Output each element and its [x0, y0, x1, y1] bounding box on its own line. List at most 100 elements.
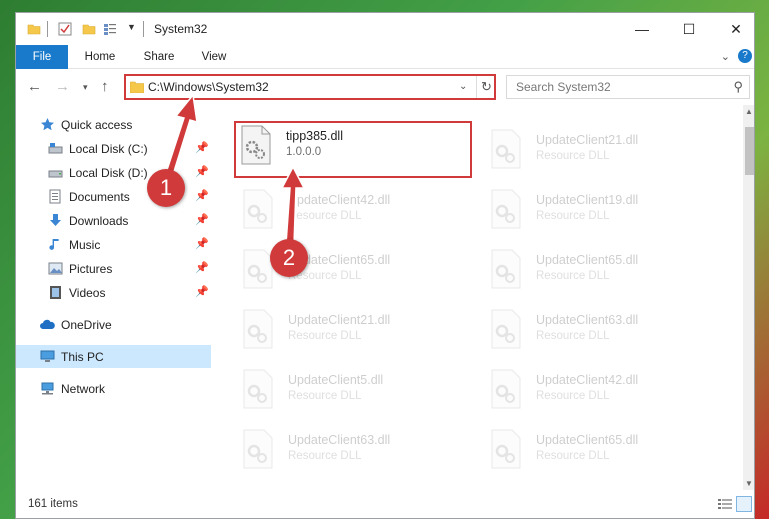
file-tile[interactable]: UpdateClient63.dll Resource DLL: [236, 425, 466, 477]
file-tile[interactable]: UpdateClient65.dll Resource DLL: [484, 245, 714, 297]
sidebar-item-label: This PC: [61, 350, 104, 364]
search-input[interactable]: Search System32: [516, 80, 611, 94]
tab-view[interactable]: View: [194, 45, 234, 69]
close-button[interactable]: ✕: [713, 13, 754, 45]
file-description: Resource DLL: [536, 390, 610, 402]
back-arrow-icon[interactable]: ←: [27, 78, 42, 95]
file-description: Resource DLL: [288, 330, 362, 342]
dll-file-icon: [243, 369, 273, 409]
computer-icon: [40, 350, 55, 362]
file-tile-tipp385[interactable]: tipp385.dll 1.0.0.0: [234, 121, 472, 178]
expand-ribbon-icon[interactable]: ⌄: [721, 50, 730, 63]
tab-share[interactable]: Share: [136, 45, 182, 69]
file-name: UpdateClient19.dll: [536, 193, 639, 207]
file-name: UpdateClient65.dll: [536, 433, 639, 447]
sidebar-item-onedrive[interactable]: OneDrive: [16, 313, 211, 336]
window-title: System32: [154, 22, 208, 36]
sidebar-item-this-pc[interactable]: This PC: [16, 345, 211, 368]
documents-icon: [49, 189, 61, 204]
sidebar-item-downloads[interactable]: Downloads 📌: [16, 209, 211, 232]
ribbon-tabs: File Home Share View ⌄ ?: [16, 45, 754, 69]
refresh-icon[interactable]: ↻: [476, 76, 496, 98]
cloud-icon: [40, 319, 55, 329]
dll-file-icon: [241, 125, 271, 165]
file-name: UpdateClient42.dll: [288, 193, 391, 207]
file-tile[interactable]: UpdateClient5.dll Resource DLL: [236, 365, 466, 417]
scroll-up-icon[interactable]: ▲: [745, 107, 753, 116]
sidebar-item-label: Local Disk (D:): [69, 166, 148, 180]
tiles-view-icon[interactable]: [736, 496, 752, 512]
tab-home[interactable]: Home: [78, 45, 122, 69]
file-description: Resource DLL: [288, 210, 362, 222]
properties-icon[interactable]: [103, 22, 117, 36]
file-tile[interactable]: UpdateClient42.dll Resource DLL: [484, 365, 714, 417]
file-tile[interactable]: UpdateClient21.dll Resource DLL: [236, 305, 466, 357]
scroll-down-icon[interactable]: ▼: [745, 479, 753, 488]
sidebar-item-label: Network: [61, 382, 106, 396]
sidebar-item-label: Pictures: [69, 262, 113, 276]
folder-icon[interactable]: [27, 22, 41, 36]
file-tile[interactable]: UpdateClient19.dll Resource DLL: [484, 185, 714, 237]
file-tile[interactable]: UpdateClient21.dll Resource DLL: [484, 125, 714, 177]
item-count: 161 items: [28, 498, 78, 510]
dll-file-icon: [491, 189, 521, 229]
pin-icon: 📌: [195, 142, 209, 154]
customize-toolbar-icon[interactable]: ▼: [127, 22, 136, 32]
address-path[interactable]: C:\Windows\System32: [148, 80, 269, 94]
file-tile[interactable]: UpdateClient63.dll Resource DLL: [484, 305, 714, 357]
drive-icon: [48, 143, 63, 154]
sidebar-item-label: Videos: [69, 286, 106, 300]
navigation-pane: Quick access Local Disk (C:) 📌 Local Dis…: [16, 105, 211, 490]
scrollbar-thumb[interactable]: [745, 127, 754, 175]
file-tile[interactable]: UpdateClient65.dll Resource DLL: [484, 425, 714, 477]
download-icon: [50, 214, 61, 226]
file-description: Resource DLL: [288, 390, 362, 402]
dll-file-icon: [243, 429, 273, 469]
dll-file-icon: [491, 309, 521, 349]
recent-locations-icon[interactable]: ▾: [83, 82, 88, 93]
search-box[interactable]: Search System32 ⚲: [506, 75, 750, 99]
sidebar-item-quick-access[interactable]: Quick access: [16, 113, 211, 136]
file-name: UpdateClient21.dll: [288, 313, 391, 327]
sidebar-item-local-disk-c[interactable]: Local Disk (C:) 📌: [16, 137, 211, 160]
navigation-bar: ← → ▾ ↑ C:\Windows\System32 ⌄ ↻ Search S…: [16, 70, 754, 104]
pin-icon: 📌: [195, 214, 209, 226]
title-bar: ▼ System32 — ☐ ✕: [16, 13, 754, 45]
help-icon[interactable]: ?: [738, 49, 752, 63]
vertical-scrollbar[interactable]: ▲ ▼: [743, 105, 754, 490]
sidebar-item-music[interactable]: Music 📌: [16, 233, 211, 256]
file-name: UpdateClient21.dll: [536, 133, 639, 147]
pin-icon: 📌: [195, 286, 209, 298]
sidebar-item-network[interactable]: Network: [16, 377, 211, 400]
address-bar[interactable]: C:\Windows\System32 ⌄ ↻: [124, 74, 496, 100]
details-view-icon[interactable]: [718, 498, 732, 510]
minimize-button[interactable]: —: [619, 13, 665, 45]
file-tile[interactable]: UpdateClient42.dll Resource DLL: [236, 185, 466, 237]
maximize-button[interactable]: ☐: [666, 13, 712, 45]
file-name: tipp385.dll: [286, 129, 343, 143]
forward-arrow-icon[interactable]: →: [55, 78, 70, 95]
address-dropdown-icon[interactable]: ⌄: [459, 81, 467, 92]
dll-file-icon: [491, 129, 521, 169]
folder-icon: [130, 81, 144, 93]
search-icon[interactable]: ⚲: [733, 79, 743, 95]
file-description: Resource DLL: [288, 450, 362, 462]
sidebar-item-pictures[interactable]: Pictures 📌: [16, 257, 211, 280]
new-folder-icon[interactable]: [82, 22, 96, 36]
step-1-badge: 1: [147, 169, 185, 207]
sidebar-item-videos[interactable]: Videos 📌: [16, 281, 211, 304]
status-bar: 161 items: [16, 490, 754, 518]
pictures-icon: [48, 262, 63, 275]
up-arrow-icon[interactable]: ↑: [101, 78, 109, 95]
file-description: Resource DLL: [536, 330, 610, 342]
videos-icon: [50, 286, 61, 299]
tab-file[interactable]: File: [16, 45, 68, 69]
sidebar-item-label: OneDrive: [61, 318, 112, 332]
file-description: Resource DLL: [536, 210, 610, 222]
file-list: tipp385.dll 1.0.0.0 UpdateClient42.dll R…: [211, 105, 743, 490]
separator: [143, 21, 144, 37]
properties-check-icon[interactable]: [58, 22, 72, 36]
file-name: UpdateClient65.dll: [536, 253, 639, 267]
dll-file-icon: [243, 309, 273, 349]
pin-icon: 📌: [195, 166, 209, 178]
